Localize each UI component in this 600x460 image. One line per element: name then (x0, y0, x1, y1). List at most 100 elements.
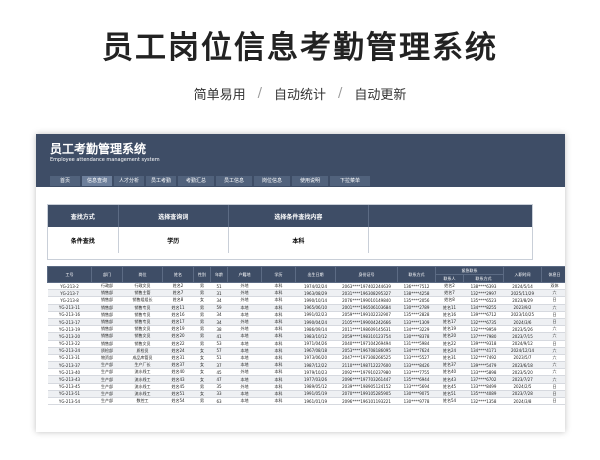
table-cell: 女 (193, 361, 211, 370)
table-cell: 日 (541, 318, 565, 327)
query-content-select[interactable]: 本科 (229, 227, 369, 253)
table-cell: 女 (193, 390, 211, 399)
table-cell: 131****5984 (397, 340, 436, 348)
nav-tabs: 首页 信息查询 人才分析 员工考勤 考勤汇总 员工信息 岗位信息 使用说明 下拉… (36, 176, 565, 187)
col-subheader: 联系人 (435, 274, 464, 283)
table-cell: 姓名11 (435, 304, 464, 312)
feature-auto-update: 自动更新 (354, 88, 407, 103)
table-cell: 2024/3/8 (503, 397, 542, 406)
tab-dropdown[interactable]: 下拉菜单 (330, 176, 370, 186)
table-row[interactable]: YG-213-54 生产部 数控工 姓名54 男 63 本地 本科 1961/01/19 2096… (47, 397, 565, 406)
table-cell: YG-213-54 (47, 397, 92, 406)
table-row[interactable]: YG-213-11 销售部 销售专员 姓名11 男 59 本地 本科 1965/06/10 200… (47, 304, 565, 312)
table-cell: 2024/2/5 (503, 383, 542, 391)
table-row[interactable]: YG-213-20 销售部 销售文员 姓名20 男 41 本地 本科 1983/10/12 205… (47, 332, 565, 341)
table-row[interactable]: YG-213-45 生产部 流水线工 姓名45 男 35 外地 本科 1989/05/12 203… (47, 383, 565, 391)
table-head: 工号 部门 岗位 姓名 性别 年龄 户籍地 学历 出生日期 身份证号 联系方式 … (47, 266, 565, 283)
table-cell: 本地 (227, 311, 262, 319)
table-cell: YG-213-7 (47, 289, 92, 298)
tab-info-query[interactable]: 信息查询 (82, 176, 112, 186)
table-cell: 外地 (227, 282, 262, 291)
query-method-value[interactable]: 条件查找 (48, 227, 119, 253)
table-cell: 130****2789 (397, 304, 436, 312)
table-row[interactable]: YG-213-43 生产部 流水线工 姓名43 女 47 本地 本科 1977/03/26 209… (47, 375, 565, 384)
col-header: 姓名 (162, 266, 194, 283)
table-row[interactable]: YG-213-2 行政部 行政文员 姓名2 男 51 外地 本科 1974/02/24 2063*… (47, 282, 565, 291)
table-cell: 销售组组长 (122, 296, 163, 305)
col-header: 性别 (193, 266, 211, 283)
table-cell: 姓名7 (162, 289, 194, 298)
app-window: 员工考勤管理系统 Employee attendance management … (36, 134, 565, 432)
table-row[interactable]: YG-213-8 销售部 销售组组长 姓名8 女 34 外地 本科 1990/10/14 2076… (47, 296, 565, 305)
table-cell: 1990/04/24 (295, 318, 336, 327)
table-row[interactable]: YG-213-37 生产部 生产厂长 姓名37 女 37 本地 本科 1987/12/22 211… (47, 361, 565, 370)
table-row[interactable]: YG-213-31 物资部 成品库管员 姓名31 女 51 本地 本科 1973/06/20 20… (47, 354, 565, 363)
table-cell: 姓名43 (162, 375, 194, 384)
table-cell: 139****5479 (463, 361, 504, 370)
table-cell: 63 (210, 397, 228, 406)
table-cell: 34 (210, 318, 228, 327)
table-row[interactable]: YG-213-24 质检部 质检员 姓名24 女 57 本地 本科 1967/08/18 2053… (47, 347, 565, 355)
hero-title: 员工岗位信息考勤管理系统 (102, 30, 498, 66)
table-cell: YG-213-51 (47, 390, 92, 399)
table-cell: 销售专员 (122, 318, 163, 327)
table-row[interactable]: YG-213-40 生产部 流水线工 姓名40 女 45 外地 本科 1979/10/23 209… (47, 368, 565, 377)
table-cell: 流水线工 (122, 383, 163, 391)
feature-list: 简单易用 / 自动统计 / 自动更新 (0, 84, 600, 103)
table-cell: 本地 (227, 347, 262, 355)
table-cell: 132****7492 (463, 354, 504, 363)
tab-home[interactable]: 首页 (50, 176, 80, 186)
table-cell: 销售部 (91, 311, 123, 319)
table-cell: 137****6702 (463, 375, 504, 384)
separator: / (338, 86, 343, 101)
tab-position[interactable]: 岗位信息 (254, 176, 290, 186)
table-cell: 1991/05/19 (295, 390, 336, 399)
tab-help[interactable]: 使用说明 (292, 176, 328, 186)
table-cell: 外地 (227, 296, 262, 305)
table-cell: 行政部 (91, 282, 123, 291)
table-cell: 130****9075 (397, 390, 436, 399)
table-row[interactable]: YG-213-19 销售部 销售文员 姓名19 男 38 外地 本科 1986/09/14 201… (47, 325, 565, 334)
table-cell: 男 (193, 289, 211, 298)
table-cell: 2001****196506103684 (335, 304, 398, 312)
table-row[interactable]: YG-213-7 销售部 销售主管 姓名7 男 31 外地 本科 1963/08/29 2031*… (47, 289, 565, 298)
table-cell: 2023/8/29 (503, 296, 542, 305)
col-header: 学历 (261, 266, 296, 283)
table-cell: 本科 (261, 397, 296, 406)
table-cell: 姓名43 (435, 375, 464, 384)
table-cell: 1965/06/10 (295, 304, 336, 312)
table-cell: 2059****198310123754 (335, 332, 398, 341)
table-cell: 数控工 (122, 397, 163, 406)
tab-talent[interactable]: 人才分析 (114, 176, 144, 186)
table-cell: 外地 (227, 289, 262, 298)
table-cell: 外地 (227, 318, 262, 327)
table-row[interactable]: YG-213-17 销售部 销售专员 姓名17 男 34 外地 本科 1990/04/24 210… (47, 318, 565, 327)
table-cell: 134****8255 (463, 304, 504, 312)
table-row[interactable]: YG-213-22 销售部 销售文员 姓名22 男 53 本地 本科 1971/04/26 204… (47, 340, 565, 348)
tab-attendance[interactable]: 员工考勤 (146, 176, 176, 186)
table-cell: 2076****199010149840 (335, 296, 398, 305)
col-header: 联系方式 (397, 266, 436, 283)
table-cell: 姓名37 (162, 361, 194, 370)
tab-summary[interactable]: 考勤汇总 (178, 176, 214, 186)
table-cell: 本科 (261, 318, 296, 327)
table-cell: 男 (193, 282, 211, 291)
table-cell: 姓名16 (435, 311, 464, 319)
table-cell: 1973/06/20 (295, 354, 336, 363)
table-cell: 姓名2 (162, 282, 194, 291)
table-cell: YG-213-8 (47, 296, 92, 305)
table-cell: 133****5898 (463, 368, 504, 377)
table-cell: 本科 (261, 390, 296, 399)
table-cell: 女 (193, 354, 211, 363)
table-cell: 132****9959 (463, 325, 504, 334)
table-cell: 姓名22 (435, 340, 464, 348)
tab-employee[interactable]: 员工信息 (216, 176, 252, 186)
table-cell: 59 (210, 304, 228, 312)
table-row[interactable]: YG-213-16 销售部 销售专员 姓名16 男 34 本地 本科 1991/02/23 205… (47, 311, 565, 319)
table-cell: 2040****197104269494 (335, 340, 398, 348)
table-cell: 41 (210, 332, 228, 341)
table-cell: 姓名51 (435, 390, 464, 399)
table-row[interactable]: YG-213-51 生产部 流水线工 姓名51 女 33 本地 本科 1991/05/19 207… (47, 390, 565, 399)
query-term-select[interactable]: 学历 (119, 227, 229, 253)
table-cell: 姓名54 (162, 397, 194, 406)
